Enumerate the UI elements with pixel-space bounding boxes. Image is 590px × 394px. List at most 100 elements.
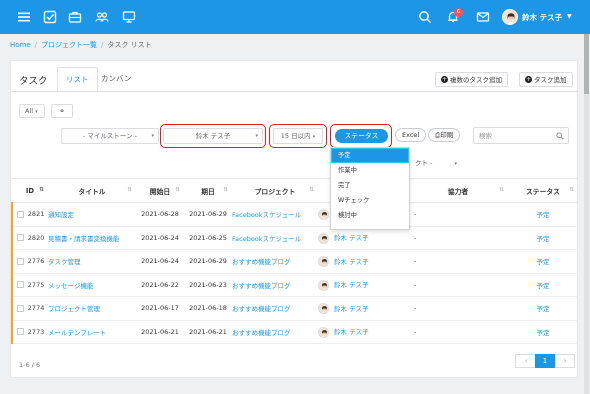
print-button[interactable]: ⎙印刷 (428, 128, 461, 142)
user-menu-name[interactable]: 鈴木 テス子 (522, 12, 562, 23)
project-select[interactable]: クト - ▾ (415, 157, 457, 167)
tab-list[interactable]: リスト (57, 67, 98, 91)
cell-collaborator: - (408, 226, 508, 250)
sort-icon: ⇅ (127, 187, 132, 193)
table-row[interactable]: 2820 見積書・請求書変換機能 2021-06-24 2021-06-25 Faceb… (11, 226, 578, 250)
col-collaborator[interactable]: 協力者 ⇅ (408, 178, 508, 203)
col-status[interactable]: ステータス ⇅ (508, 178, 578, 203)
cell-collaborator: - (408, 202, 508, 227)
add-task-button[interactable]: + タスク追加 (519, 72, 573, 87)
table-row[interactable]: 2776 タスク管理 2021-06-24 2021-06-29 おすすめ機能ブログ 鈴木… (11, 249, 578, 274)
row-checkbox[interactable] (16, 210, 24, 218)
cell-assignee[interactable]: 鈴木 テス子 (318, 296, 408, 321)
cell-title[interactable]: プロジェクト管理 (48, 296, 136, 321)
tab-kanban[interactable]: カンバン (93, 67, 139, 91)
row-checkbox[interactable] (16, 328, 24, 336)
cell-status[interactable]: 予定 (508, 320, 578, 344)
search-input[interactable]: 検索 (473, 127, 569, 144)
cell-status[interactable]: 予定 (508, 249, 578, 274)
cell-due-date: 2021-06-18 (184, 296, 232, 321)
col-title[interactable]: タイトル ⇅ (48, 178, 136, 203)
table-row[interactable]: 2773 メールテンプレート 2021-06-21 2021-06-21 おすすめ機能ブ… (11, 320, 578, 344)
status-option-done[interactable]: 完了 (331, 178, 409, 193)
avatar (318, 232, 329, 244)
scrollbar-thumb[interactable] (584, 34, 589, 94)
task-check-icon[interactable] (43, 10, 57, 24)
cell-project[interactable]: Facebookスケジュール (232, 226, 318, 250)
status-option-double-check[interactable]: Wチェック (331, 193, 409, 208)
mail-icon[interactable] (476, 10, 490, 24)
cell-title[interactable]: メールテンプレート (48, 320, 136, 344)
deadline-highlight (269, 124, 327, 148)
cell-due-date: 2021-06-25 (184, 226, 232, 250)
cell-project[interactable]: おすすめ機能ブログ (232, 296, 318, 321)
cell-status[interactable]: 予定 (508, 226, 578, 250)
pagination-page-1[interactable]: 1 (535, 354, 555, 368)
cell-assignee[interactable]: 鈴木 テス子 (318, 273, 408, 297)
excel-button[interactable]: Excel (395, 128, 427, 142)
cell-start-date: 2021-06-22 (136, 273, 184, 297)
task-list-card: タスク リスト カンバン + 複数のタスク追加 + タスク追加 All ▾ ⚭ - … (10, 60, 578, 378)
cell-title[interactable]: タスク管理 (48, 249, 136, 274)
status-option-in-progress[interactable]: 作業中 (331, 163, 409, 178)
sort-icon: ⇅ (569, 187, 574, 193)
row-checkbox[interactable] (16, 281, 24, 289)
cell-status[interactable]: 予定 (508, 296, 578, 321)
briefcase-icon[interactable] (68, 10, 82, 24)
row-checkbox[interactable] (16, 304, 24, 312)
menu-icon[interactable] (17, 10, 31, 24)
col-start-date[interactable]: 開始日 ⇅ (136, 178, 184, 203)
milestone-select[interactable]: - マイルストーン - ▾ (61, 128, 159, 144)
avatar (318, 279, 329, 291)
cell-collaborator: - (408, 296, 508, 321)
cell-title[interactable]: 見積書・請求書変換機能 (48, 226, 136, 250)
monitor-icon[interactable] (122, 10, 136, 24)
table-row[interactable]: 2775 メッセージ機能 2021-06-22 2021-06-23 おすすめ機能ブログ… (11, 273, 578, 297)
cell-id: 2774 (11, 296, 48, 321)
cell-collaborator: - (408, 249, 508, 274)
assignee-highlight (160, 124, 266, 148)
col-id[interactable]: ID ⇅ (12, 178, 48, 203)
users-icon[interactable] (95, 10, 109, 24)
row-checkbox[interactable] (16, 257, 24, 265)
col-due-date[interactable]: 期日 ⇅ (184, 178, 232, 203)
breadcrumb-home[interactable]: Home (10, 41, 31, 49)
col-project[interactable]: プロジェクト ⇅ (232, 178, 318, 203)
cell-due-date: 2021-06-29 (184, 202, 232, 227)
avatar[interactable] (502, 9, 518, 25)
pagination-prev[interactable]: ‹ (515, 354, 537, 368)
filter-toggle-button[interactable]: ⚭ (51, 104, 73, 118)
cell-assignee[interactable]: 鈴木 テス子 (318, 249, 408, 274)
chevron-down-icon[interactable]: ▼ (567, 13, 572, 20)
status-option-planned[interactable]: 予定 (331, 148, 409, 163)
pagination-next[interactable]: › (555, 354, 575, 368)
table-row[interactable]: 2774 プロジェクト管理 2021-06-17 2021-06-18 おすすめ機能ブロ… (11, 296, 578, 321)
search-icon[interactable] (418, 10, 432, 24)
avatar (318, 326, 329, 338)
status-highlight (330, 124, 392, 148)
cell-start-date: 2021-06-21 (136, 320, 184, 344)
avatar (318, 209, 329, 220)
cell-status[interactable]: 予定 (508, 273, 578, 297)
cell-assignee[interactable]: 鈴木 テス子 (318, 320, 408, 344)
cell-title[interactable]: メッセージ機能 (48, 273, 136, 297)
cell-status[interactable]: 予定 (508, 202, 578, 227)
chevron-down-icon: ▾ (454, 161, 458, 167)
cell-title[interactable]: 通知設定 (48, 202, 136, 227)
page-scrollbar[interactable] (584, 34, 589, 394)
sort-icon: ⇅ (223, 187, 228, 193)
plus-circle-icon: + (525, 76, 532, 83)
cell-project[interactable]: おすすめ機能ブログ (232, 320, 318, 344)
record-count: 1-6 / 6 (19, 361, 41, 369)
view-filter-select[interactable]: All ▾ (19, 104, 45, 118)
cell-project[interactable]: Facebookスケジュール (232, 202, 318, 227)
row-checkbox[interactable] (16, 234, 24, 242)
cell-project[interactable]: おすすめ機能ブログ (232, 273, 318, 297)
status-option-considering[interactable]: 検討中 (331, 208, 409, 223)
status-dropdown-menu: 予定 作業中 完了 Wチェック 検討中 (330, 147, 410, 230)
table-row[interactable]: 2821 通知設定 2021-06-28 2021-06-29 Facebookスケジュ… (11, 202, 578, 227)
breadcrumb-projects[interactable]: プロジェクト一覧 (41, 41, 97, 49)
cell-project[interactable]: おすすめ機能ブログ (232, 249, 318, 274)
add-multiple-tasks-button[interactable]: + 複数のタスク追加 (435, 72, 508, 87)
sort-icon: ⇅ (499, 187, 504, 193)
